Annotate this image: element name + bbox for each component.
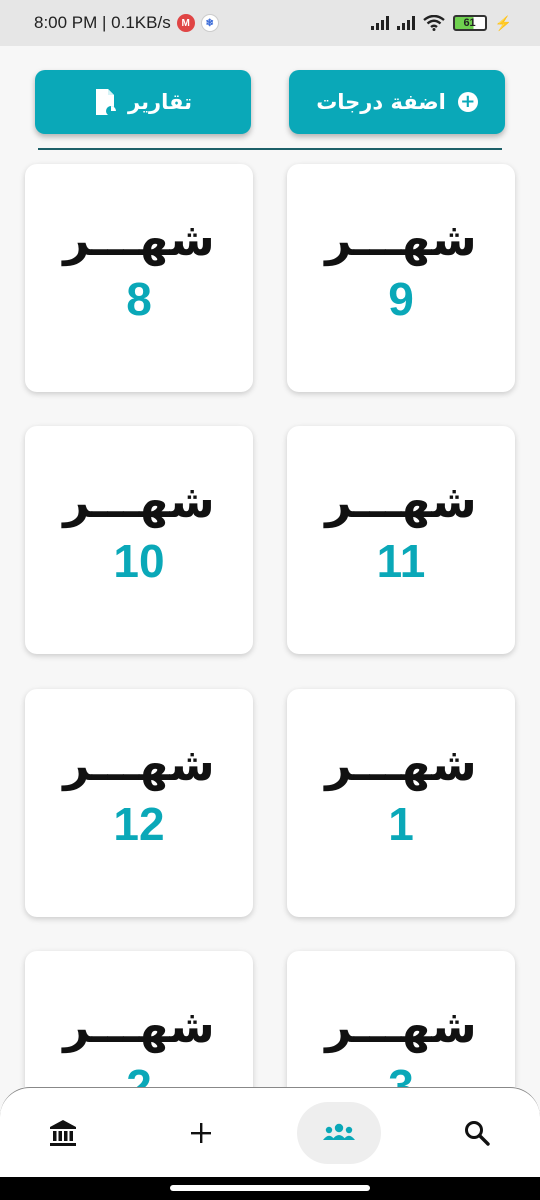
- nav-bank[interactable]: [21, 1102, 105, 1164]
- report-file-icon: [96, 89, 117, 116]
- month-word: شهـــر: [325, 999, 477, 1053]
- month-word: شهـــر: [63, 474, 215, 528]
- month-card[interactable]: شهـــر 1: [287, 689, 515, 917]
- add-circle-icon: +: [457, 92, 478, 112]
- month-word: شهـــر: [63, 212, 215, 266]
- nav-groups[interactable]: [297, 1102, 381, 1164]
- status-bar: 8:00 PM | 0.1KB/s M ❄ 61 ⚡: [0, 0, 540, 46]
- month-card[interactable]: شهـــر 9: [287, 164, 515, 392]
- month-number: 3: [388, 1060, 414, 1087]
- month-card[interactable]: شهـــر 12: [25, 689, 253, 917]
- month-card[interactable]: شهـــر 8: [25, 164, 253, 392]
- search-icon: [465, 1121, 490, 1146]
- battery-icon: 61: [452, 15, 487, 31]
- month-card[interactable]: شهـــر 10: [25, 426, 253, 654]
- signal-icon: [370, 16, 389, 30]
- month-number: 10: [113, 535, 165, 587]
- add-grades-button[interactable]: + اضفة درجات: [289, 70, 505, 134]
- status-right: 61 ⚡: [370, 14, 512, 32]
- month-word: شهـــر: [325, 474, 477, 528]
- nav-search[interactable]: [435, 1102, 519, 1164]
- months-grid: شهـــر 9 شهـــر 8 شهـــر 11 شهـــر 10 شه…: [0, 150, 540, 1087]
- month-word: شهـــر: [63, 999, 215, 1053]
- snowflake-icon: ❄: [200, 14, 219, 32]
- group-icon: [323, 1123, 355, 1140]
- month-card[interactable]: شهـــر 11: [287, 426, 515, 654]
- plus-icon: [191, 1123, 211, 1143]
- home-indicator[interactable]: [170, 1185, 370, 1191]
- month-card[interactable]: شهـــر 2: [25, 951, 253, 1087]
- month-number: 12: [113, 798, 165, 850]
- status-left: 8:00 PM | 0.1KB/s M ❄: [34, 13, 219, 33]
- bank-icon: [50, 1120, 76, 1146]
- month-number: 9: [388, 273, 414, 325]
- wifi-icon: [422, 15, 445, 31]
- month-number: 2: [126, 1060, 152, 1087]
- reports-label: تقارير: [128, 90, 192, 114]
- signal-icon-2: [396, 16, 415, 30]
- month-word: شهـــر: [325, 212, 477, 266]
- status-time: 8:00 PM | 0.1KB/s: [34, 13, 171, 32]
- month-number: 1: [388, 798, 414, 850]
- gesture-bar: [0, 1177, 540, 1200]
- charging-icon: ⚡: [494, 14, 512, 31]
- bottom-nav: [0, 1087, 540, 1177]
- nav-add[interactable]: [159, 1102, 243, 1164]
- month-word: شهـــر: [325, 737, 477, 791]
- month-number: 11: [376, 535, 426, 587]
- month-word: شهـــر: [63, 737, 215, 791]
- add-grades-label: اضفة درجات: [316, 90, 446, 114]
- month-number: 8: [126, 273, 152, 325]
- month-card[interactable]: شهـــر 3: [287, 951, 515, 1087]
- app-notification-icon: M: [176, 14, 195, 32]
- reports-button[interactable]: تقارير: [35, 70, 251, 134]
